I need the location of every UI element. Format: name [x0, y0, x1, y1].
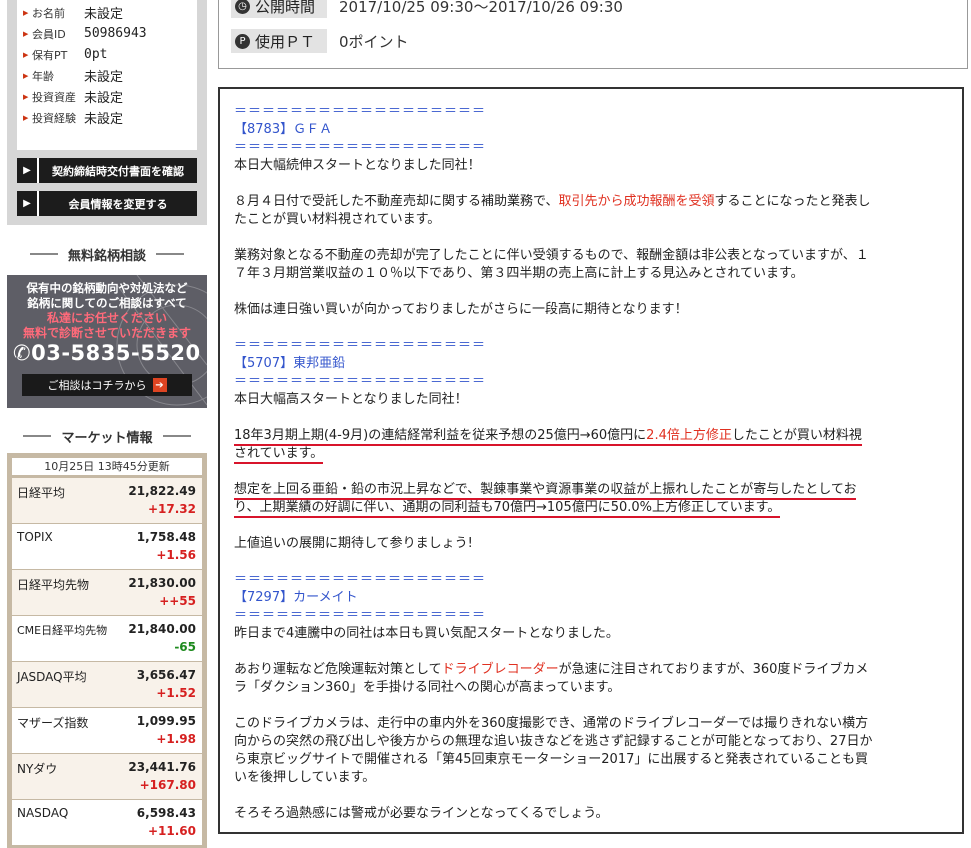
- clock-icon: ◷: [235, 0, 250, 14]
- profile-row-age: ▶ 年齢 未設定: [23, 69, 124, 86]
- market-row: マザーズ指数 1,099.95 +1.98: [12, 708, 202, 753]
- market-row: CME日経平均先物 21,840.00 -65: [12, 616, 202, 661]
- free-consult-heading: 無料銘柄相談: [7, 243, 207, 265]
- bullet-icon: ▶: [23, 113, 29, 122]
- contract-document-button[interactable]: ▶ 契約締結時交付書面を確認: [17, 158, 197, 183]
- consult-button[interactable]: ご相談はコチラから ➔: [22, 374, 192, 396]
- market-row: 日経平均 21,822.49 +17.32: [12, 478, 202, 523]
- sidebar: ▶ お名前 未設定 ▶ 会員ID 50986943 ▶ 保有PT 0pt ▶ 年齢 未設定 ▶ 投…: [7, 0, 207, 848]
- stock-heading: 【5707】東邦亜鉛: [234, 356, 346, 371]
- separator: ＝＝＝＝＝＝＝＝＝＝＝＝＝＝＝＝＝＝: [234, 104, 487, 119]
- consult-banner[interactable]: 保有中の銘柄動向や対処法など 銘柄に関してのご相談はすべて 私達にお任せください無…: [7, 275, 207, 408]
- separator: ＝＝＝＝＝＝＝＝＝＝＝＝＝＝＝＝＝＝: [234, 572, 487, 587]
- market-row: TOPIX 1,758.48 +1.56: [12, 524, 202, 569]
- market-table: 10月25日 13時45分更新 日経平均 21,822.49 +17.32 TOPI…: [7, 453, 207, 848]
- member-info-box: ▶ お名前 未設定 ▶ 会員ID 50986943 ▶ 保有PT 0pt ▶ 年齢 未設定 ▶ 投…: [17, 0, 197, 150]
- play-icon: ▶: [17, 158, 39, 183]
- separator: ＝＝＝＝＝＝＝＝＝＝＝＝＝＝＝＝＝＝: [234, 608, 487, 623]
- profile-row-points: ▶ 保有PT 0pt: [23, 47, 108, 62]
- bullet-icon: ▶: [23, 50, 29, 59]
- market-row: JASDAQ平均 3,656.47 +1.52: [12, 662, 202, 707]
- publish-info-box: ◷ 公開時間 2017/10/25 09:30～2017/10/26 09:30 …: [218, 0, 968, 69]
- bullet-icon: ▶: [23, 71, 29, 80]
- separator: ＝＝＝＝＝＝＝＝＝＝＝＝＝＝＝＝＝＝: [234, 374, 487, 389]
- arrow-right-icon: ➔: [152, 378, 167, 392]
- bullet-icon: ▶: [23, 29, 29, 38]
- phone-number: ✆03-5835-5520: [13, 341, 201, 365]
- edit-member-info-button[interactable]: ▶ 会員情報を変更する: [17, 191, 197, 216]
- article-body: ＝＝＝＝＝＝＝＝＝＝＝＝＝＝＝＝＝＝ 【8783】ＧＦＡ ＝＝＝＝＝＝＝＝＝＝＝…: [218, 87, 964, 834]
- separator: ＝＝＝＝＝＝＝＝＝＝＝＝＝＝＝＝＝＝: [234, 338, 487, 353]
- points-icon: P: [235, 33, 250, 49]
- used-points-row: P 使用ＰＴ 0ポイント: [231, 29, 409, 53]
- profile-row-assets: ▶ 投資資産 未設定: [23, 90, 124, 107]
- separator: ＝＝＝＝＝＝＝＝＝＝＝＝＝＝＝＝＝＝: [234, 140, 487, 155]
- profile-row-name: ▶ お名前 未設定: [23, 6, 124, 23]
- profile-row-experience: ▶ 投資経験 未設定: [23, 111, 124, 128]
- profile-row-member-id: ▶ 会員ID 50986943: [23, 26, 147, 41]
- market-row: NASDAQ 6,598.43 +11.60: [12, 800, 202, 845]
- publish-time-row: ◷ 公開時間 2017/10/25 09:30～2017/10/26 09:30: [231, 0, 623, 18]
- stock-heading: 【7297】カーメイト: [234, 590, 358, 605]
- market-updated-time: 10月25日 13時45分更新: [12, 458, 202, 475]
- market-row: 日経平均先物 21,830.00 ++55: [12, 570, 202, 615]
- market-heading: マーケット情報: [7, 425, 207, 447]
- phone-icon: ✆: [13, 341, 32, 365]
- member-profile: ▶ お名前 未設定 ▶ 会員ID 50986943 ▶ 保有PT 0pt ▶ 年齢 未設定 ▶ 投…: [7, 0, 207, 225]
- stock-heading: 【8783】ＧＦＡ: [234, 122, 333, 137]
- market-row: NYダウ 23,441.76 +167.80: [12, 754, 202, 799]
- bullet-icon: ▶: [23, 8, 29, 17]
- play-icon: ▶: [17, 191, 39, 216]
- bullet-icon: ▶: [23, 92, 29, 101]
